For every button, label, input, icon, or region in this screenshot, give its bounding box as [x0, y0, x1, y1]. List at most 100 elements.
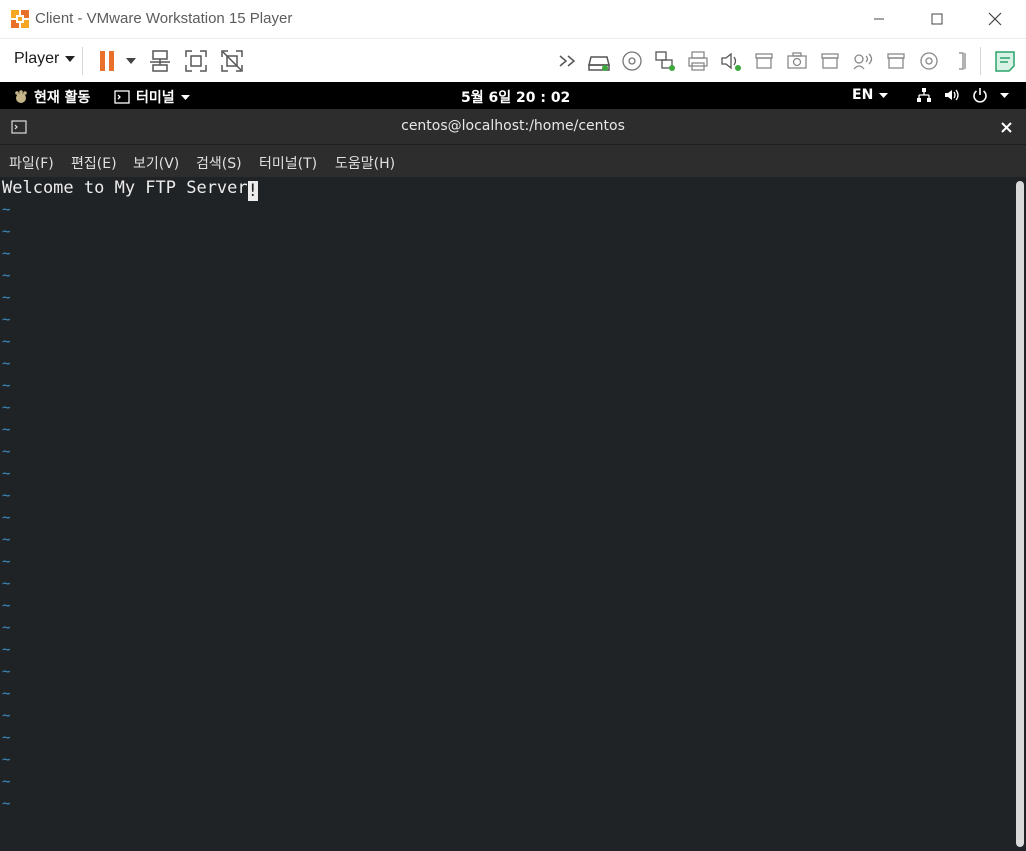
send-ctrl-alt-del-button[interactable] — [147, 48, 173, 74]
message-icon — [995, 51, 1015, 72]
terminal-header: centos@localhost:/home/centos — [0, 109, 1026, 145]
chevron-down-icon — [126, 58, 136, 64]
bracket-button[interactable] — [950, 48, 976, 74]
vim-empty-line-tilde: ~ — [2, 532, 11, 548]
menu-file[interactable]: 파일(F) — [9, 153, 54, 173]
vim-empty-line-tilde: ~ — [2, 466, 11, 482]
usb-icon — [755, 53, 773, 69]
vim-empty-line-tilde: ~ — [2, 488, 11, 504]
hard-disk-button[interactable] — [586, 48, 612, 74]
bluetooth-button[interactable] — [850, 48, 876, 74]
vim-empty-line-tilde: ~ — [2, 422, 11, 438]
vim-empty-line-tilde: ~ — [2, 796, 11, 812]
window-title: Client - VMware Workstation 15 Player — [35, 10, 293, 27]
vim-empty-line-tilde: ~ — [2, 510, 11, 526]
pause-button[interactable] — [94, 48, 120, 74]
network-button[interactable] — [652, 48, 678, 74]
vim-empty-line-tilde: ~ — [2, 290, 11, 306]
pause-dropdown-button[interactable] — [118, 48, 144, 74]
sound-button[interactable] — [718, 48, 744, 74]
vim-empty-line-tilde: ~ — [2, 730, 11, 746]
toolbar-separator — [980, 47, 981, 75]
usb-button[interactable] — [817, 48, 843, 74]
vim-empty-line-tilde: ~ — [2, 268, 11, 284]
bluetooth-icon — [853, 53, 873, 70]
fullscreen-button[interactable] — [183, 48, 209, 74]
usb-icon — [887, 53, 905, 69]
unity-icon — [221, 50, 243, 72]
bracket-icon — [959, 52, 966, 70]
terminal-icon — [114, 90, 130, 104]
terminal-title: centos@localhost:/home/centos — [401, 118, 625, 134]
vim-empty-line-tilde: ~ — [2, 246, 11, 262]
gnome-foot-icon — [15, 90, 27, 103]
vmware-toolbar: Player — [0, 38, 1026, 82]
terminal-scrollbar[interactable] — [1014, 177, 1026, 851]
vim-empty-line-tilde: ~ — [2, 356, 11, 372]
app-menu-label: 터미널 — [136, 90, 175, 106]
clock[interactable]: 5월 6일 20 : 02 — [461, 87, 570, 107]
network-wired-icon — [917, 88, 931, 102]
forward-icon — [559, 55, 576, 67]
menu-terminal[interactable]: 터미널(T) — [259, 153, 317, 173]
volume-icon — [945, 89, 959, 101]
chevron-down-icon — [1000, 92, 1009, 98]
terminal-menubar: 파일(F) 편집(E) 보기(V) 검색(S) 터미널(T) 도움말(H) — [0, 145, 1026, 177]
vim-empty-line-tilde: ~ — [2, 708, 11, 724]
maximize-icon — [931, 13, 943, 25]
close-button[interactable] — [966, 0, 1024, 38]
chevron-down-icon — [180, 94, 190, 100]
cd-button[interactable] — [916, 48, 942, 74]
printer-button[interactable] — [685, 48, 711, 74]
unity-button[interactable] — [219, 48, 245, 74]
menu-help[interactable]: 도움말(H) — [335, 153, 395, 173]
pause-icon — [100, 51, 114, 71]
activities-button[interactable]: 현재 활동 — [14, 87, 90, 107]
vim-empty-line-tilde: ~ — [2, 576, 11, 592]
vim-empty-line-tilde: ~ — [2, 598, 11, 614]
chevron-down-icon — [879, 92, 889, 98]
cd-icon — [622, 51, 642, 71]
scrollbar-thumb[interactable] — [1016, 181, 1024, 847]
menu-view[interactable]: 보기(V) — [133, 153, 179, 173]
close-icon — [988, 12, 1002, 26]
player-menu-button[interactable]: Player — [14, 50, 76, 68]
cd-button[interactable] — [619, 48, 645, 74]
minimize-icon — [874, 18, 884, 20]
vim-empty-line-tilde: ~ — [2, 554, 11, 570]
vim-empty-line-tilde: ~ — [2, 400, 11, 416]
minimize-button[interactable] — [850, 0, 908, 38]
message-button[interactable] — [992, 48, 1018, 74]
menu-edit[interactable]: 편집(E) — [71, 153, 117, 173]
vmware-logo-icon — [11, 10, 29, 28]
sound-icon — [721, 52, 741, 71]
system-menu-button[interactable] — [916, 87, 1009, 103]
app-menu-button[interactable]: 터미널 — [114, 87, 190, 107]
vim-empty-line-tilde: ~ — [2, 444, 11, 460]
maximize-button[interactable] — [908, 0, 966, 38]
hard-disk-icon — [588, 56, 610, 71]
camera-icon — [787, 52, 807, 69]
gnome-top-bar: 현재 활동 터미널 5월 6일 20 : 02 EN — [0, 82, 1026, 109]
network-icon — [655, 51, 675, 71]
vim-empty-line-tilde: ~ — [2, 664, 11, 680]
activities-label: 현재 활동 — [34, 90, 91, 106]
vim-empty-line-tilde: ~ — [2, 312, 11, 328]
forward-button[interactable] — [556, 48, 582, 74]
vim-text-line: Welcome to My FTP Server! — [2, 178, 258, 201]
menu-search[interactable]: 검색(S) — [196, 153, 242, 173]
camera-button[interactable] — [784, 48, 810, 74]
vim-empty-line-tilde: ~ — [2, 752, 11, 768]
text-cursor: ! — [247, 181, 258, 201]
usb-button[interactable] — [883, 48, 909, 74]
terminal-content[interactable]: Welcome to My FTP Server! ~ ~ ~ ~ ~ ~ ~ ~ ~ ~ ~ ~ ~ ~… — [0, 177, 1014, 851]
usb-button[interactable] — [751, 48, 777, 74]
language-button[interactable]: EN — [852, 87, 889, 103]
clock-label: 5월 6일 20 : 02 — [461, 90, 571, 106]
vim-text: Welcome to My FTP Server — [2, 178, 248, 198]
cd-icon — [920, 52, 938, 70]
send-ctrl-alt-del-icon — [150, 50, 170, 72]
window-titlebar: Client - VMware Workstation 15 Player — [0, 0, 1026, 38]
close-icon[interactable] — [1001, 122, 1012, 133]
vim-empty-line-tilde: ~ — [2, 686, 11, 702]
